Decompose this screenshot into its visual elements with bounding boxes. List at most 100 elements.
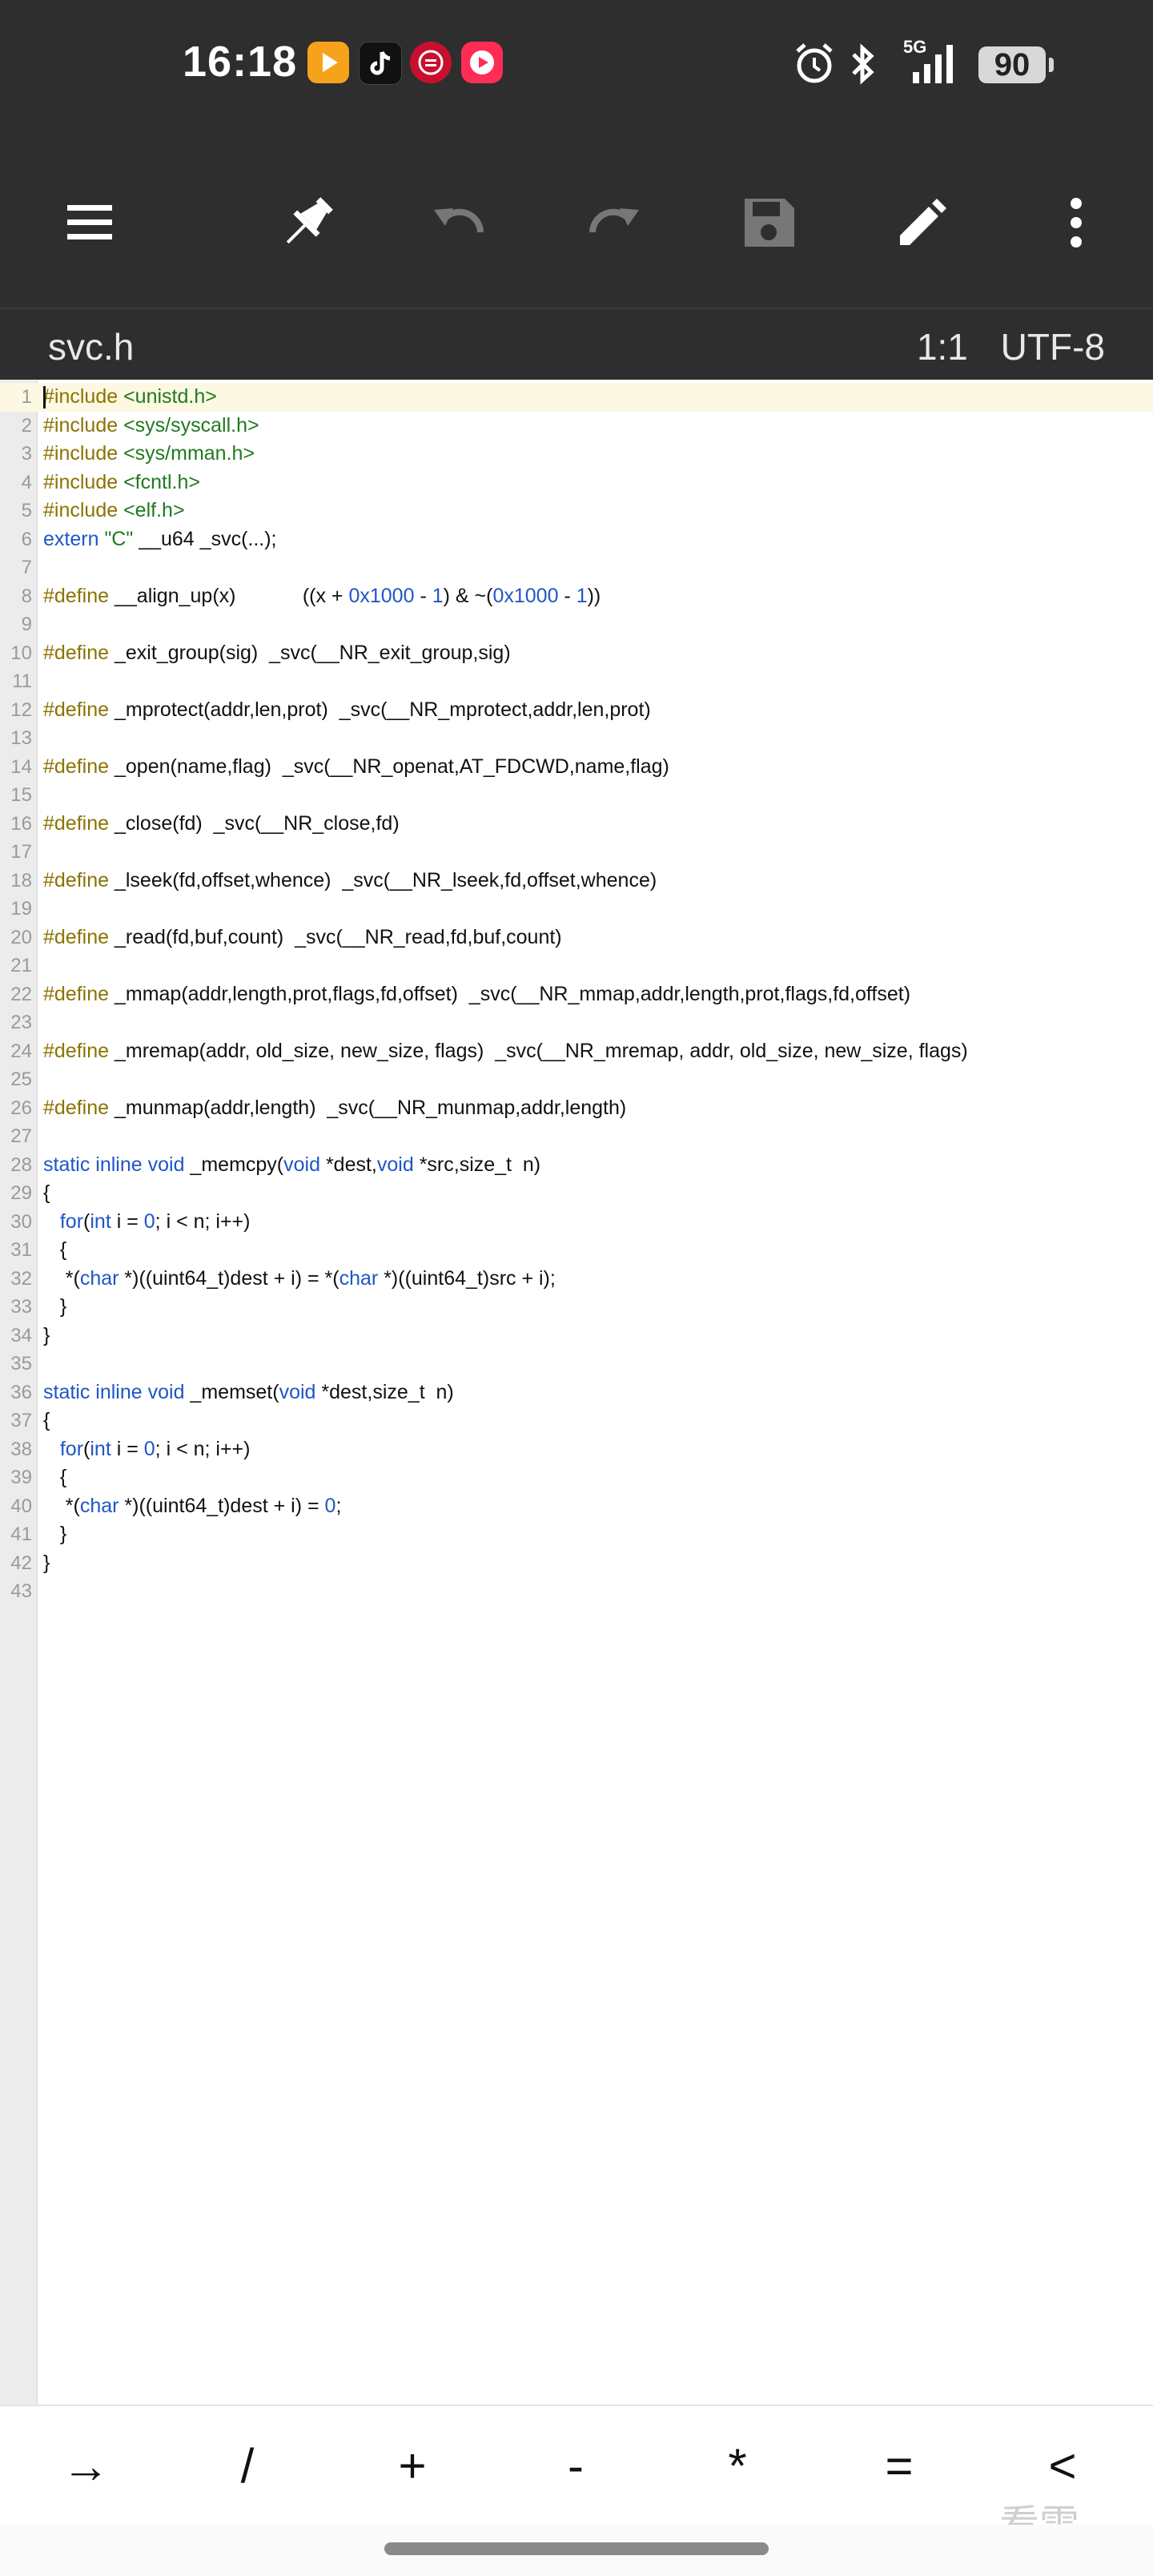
- code-token: int: [90, 1437, 111, 1460]
- code-token: *)((uint64_t)dest + i) =: [119, 1494, 325, 1517]
- save-icon[interactable]: [725, 179, 812, 266]
- file-name-tab[interactable]: svc.h: [48, 325, 134, 368]
- redo-icon[interactable]: [570, 179, 657, 266]
- key-minus[interactable]: -: [516, 2406, 636, 2526]
- code-line[interactable]: 12 #define _mprotect(addr,len,prot) _svc(…: [0, 696, 1153, 725]
- code-line[interactable]: 19: [0, 895, 1153, 924]
- line-number: 33: [10, 1296, 32, 1318]
- code-line[interactable]: 41 }: [0, 1520, 1153, 1549]
- code-token: _memset(: [184, 1380, 279, 1403]
- home-indicator[interactable]: [384, 2542, 769, 2555]
- code-token: <sys/syscall.h>: [118, 413, 259, 437]
- code-line[interactable]: 21: [0, 952, 1153, 980]
- code-token: #define: [43, 868, 110, 892]
- line-code: #include <sys/syscall.h>: [43, 412, 259, 441]
- line-code: #define _mprotect(addr,len,prot) _svc(__…: [43, 696, 651, 725]
- code-line[interactable]: 24 #define _mremap(addr, old_size, new_si…: [0, 1037, 1153, 1066]
- code-line[interactable]: 34}: [0, 1322, 1153, 1350]
- code-line[interactable]: 13: [0, 724, 1153, 753]
- line-code: {: [43, 1407, 50, 1435]
- code-line[interactable]: 14 #define _open(name,flag) _svc(__NR_ope…: [0, 753, 1153, 782]
- code-token: }: [43, 1295, 67, 1318]
- code-line[interactable]: 29 {: [0, 1179, 1153, 1208]
- code-token: int: [90, 1210, 111, 1233]
- code-line[interactable]: 10 #define _exit_group(sig) _svc(__NR_exi…: [0, 639, 1153, 668]
- code-line[interactable]: 23: [0, 1008, 1153, 1037]
- red-circle-app-icon: [410, 42, 452, 83]
- code-token: void: [283, 1153, 320, 1176]
- code-token: <unistd.h>: [118, 385, 217, 408]
- code-token: #define: [43, 755, 110, 778]
- code-line[interactable]: 20 #define _read(fd,buf,count) _svc(__NR_…: [0, 924, 1153, 952]
- code-line[interactable]: 4 #include <fcntl.h>: [0, 469, 1153, 497]
- code-line[interactable]: 35: [0, 1350, 1153, 1379]
- code-line[interactable]: 28 static inline void _memcpy(void *dest,…: [0, 1151, 1153, 1180]
- line-number: 29: [10, 1182, 32, 1204]
- key-arrow-right[interactable]: →: [26, 2406, 146, 2526]
- line-number: 12: [10, 698, 32, 721]
- code-token: static inline void: [43, 1153, 185, 1176]
- code-line[interactable]: 37 {: [0, 1407, 1153, 1435]
- text-caret: [43, 386, 46, 409]
- code-token: 1: [432, 584, 444, 607]
- code-token: _mmap(addr,length,prot,flags,fd,offset) …: [109, 982, 911, 1005]
- code-line[interactable]: 15: [0, 781, 1153, 810]
- line-number: 40: [10, 1495, 32, 1517]
- code-line[interactable]: 1 #include <unistd.h>: [0, 383, 1153, 412]
- code-line[interactable]: 27: [0, 1122, 1153, 1151]
- code-line[interactable]: 33 }: [0, 1293, 1153, 1322]
- code-line[interactable]: 30 for(int i = 0; i < n; i++): [0, 1208, 1153, 1237]
- code-line[interactable]: 36 static inline void _memset(void *dest,…: [0, 1379, 1153, 1407]
- code-token: {: [43, 1181, 50, 1204]
- code-line[interactable]: 31 {: [0, 1236, 1153, 1265]
- key-equals[interactable]: =: [839, 2406, 959, 2526]
- code-line[interactable]: 42}: [0, 1549, 1153, 1578]
- code-line[interactable]: 11: [0, 667, 1153, 696]
- code-line[interactable]: 2 #include <sys/syscall.h>: [0, 412, 1153, 441]
- key-slash[interactable]: /: [187, 2406, 307, 2526]
- code-token: ) & ~(: [443, 584, 493, 607]
- code-line[interactable]: 22 #define _mmap(addr,length,prot,flags,f…: [0, 980, 1153, 1009]
- signal-icon: 5G: [903, 37, 964, 92]
- menu-icon[interactable]: [46, 179, 133, 266]
- code-token: 0: [324, 1494, 336, 1517]
- undo-icon[interactable]: [416, 179, 503, 266]
- code-line[interactable]: 8 #define __align_up(x) ((x + 0x1000 - 1)…: [0, 582, 1153, 611]
- code-line[interactable]: 38 for(int i = 0; i < n; i++): [0, 1435, 1153, 1464]
- code-token: {: [43, 1466, 67, 1488]
- code-line[interactable]: 25: [0, 1065, 1153, 1094]
- line-code: *(char *)((uint64_t)dest + i) = *(char *…: [43, 1265, 556, 1294]
- code-line[interactable]: 5 #include <elf.h>: [0, 497, 1153, 525]
- line-number: 26: [10, 1097, 32, 1119]
- line-code: }: [43, 1549, 50, 1578]
- line-code: #define _open(name,flag) _svc(__NR_opena…: [43, 753, 669, 782]
- line-number: 4: [21, 471, 32, 493]
- line-number: 36: [10, 1381, 32, 1403]
- code-line[interactable]: 32 *(char *)((uint64_t)dest + i) = *(cha…: [0, 1265, 1153, 1294]
- key-plus[interactable]: +: [352, 2406, 472, 2526]
- pin-icon[interactable]: [264, 179, 351, 266]
- line-code: }: [43, 1520, 66, 1549]
- key-asterisk[interactable]: *: [677, 2406, 797, 2526]
- line-number: 18: [10, 869, 32, 892]
- code-line[interactable]: 7: [0, 553, 1153, 582]
- code-line[interactable]: 43: [0, 1577, 1153, 1606]
- code-line[interactable]: 18 #define _lseek(fd,offset,whence) _svc(…: [0, 867, 1153, 896]
- code-line[interactable]: 17: [0, 838, 1153, 867]
- more-icon[interactable]: [1033, 179, 1119, 266]
- code-line[interactable]: 3 #include <sys/mman.h>: [0, 440, 1153, 469]
- code-line[interactable]: 39 {: [0, 1463, 1153, 1492]
- line-code: }: [43, 1293, 66, 1322]
- edit-icon[interactable]: [879, 179, 966, 266]
- code-line[interactable]: 16 #define _close(fd) _svc(__NR_close,fd): [0, 810, 1153, 839]
- encoding-label[interactable]: UTF-8: [1001, 326, 1105, 368]
- code-line[interactable]: 9: [0, 610, 1153, 639]
- code-token: *)((uint64_t)dest + i) = *(: [119, 1266, 339, 1290]
- code-line[interactable]: 6 extern "C" __u64 _svc(...);: [0, 525, 1153, 554]
- code-line[interactable]: 26 #define _munmap(addr,length) _svc(__NR…: [0, 1094, 1153, 1123]
- code-line[interactable]: 40 *(char *)((uint64_t)dest + i) = 0;: [0, 1492, 1153, 1521]
- line-number: 8: [21, 585, 32, 607]
- code-editor[interactable]: 1 #include <unistd.h> 2 #include <sys/sysca…: [0, 380, 1153, 2405]
- status-time: 16:18: [183, 38, 298, 86]
- line-code: for(int i = 0; i < n; i++): [43, 1208, 251, 1237]
